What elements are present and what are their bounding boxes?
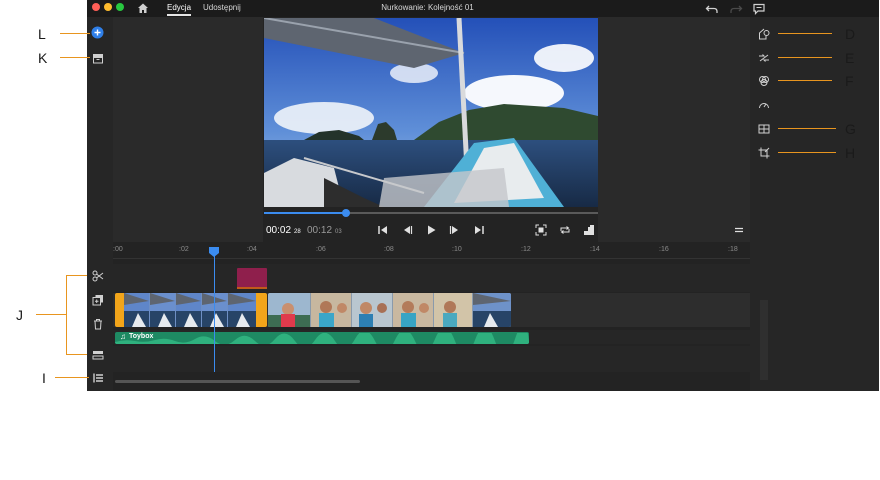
fit-to-screen-icon[interactable] — [534, 224, 548, 240]
callout-label: L — [38, 26, 46, 42]
minimize-window-button[interactable] — [104, 3, 112, 11]
transition-icon[interactable] — [758, 51, 770, 63]
close-window-button[interactable] — [92, 3, 100, 11]
right-empty-panel — [598, 17, 750, 242]
tab-share[interactable]: Udostępnij — [203, 3, 241, 12]
home-icon[interactable] — [136, 1, 150, 13]
timeline-horizontal-scrollbar[interactable] — [115, 380, 360, 383]
shape-icon[interactable] — [758, 27, 770, 40]
timeline-menu-icon[interactable] — [732, 224, 746, 240]
callout-line — [60, 57, 90, 58]
active-tab-indicator — [167, 14, 191, 16]
add-media-icon[interactable] — [91, 26, 104, 39]
feedback-icon[interactable] — [752, 2, 766, 15]
callout-label: K — [38, 50, 48, 66]
timeline-ruler[interactable] — [113, 258, 750, 259]
document-title: Nurkowanie: Kolejność 01 — [381, 3, 474, 12]
ruler-tick: :12 — [521, 246, 531, 253]
audio-clip[interactable] — [115, 332, 529, 344]
tools-column-left — [87, 17, 113, 391]
callout-label: J — [16, 307, 23, 323]
callout-line — [778, 128, 836, 129]
playhead-handle[interactable] — [209, 244, 219, 257]
undo-icon[interactable] — [705, 2, 719, 14]
speed-icon[interactable] — [758, 98, 770, 110]
step-forward-icon[interactable] — [448, 224, 462, 240]
tab-edit[interactable]: Edycja — [167, 3, 191, 12]
detach-audio-icon[interactable] — [92, 347, 104, 360]
duration-timecode: 00:12 — [307, 225, 333, 236]
callout-line — [55, 377, 89, 378]
callout-label: D — [845, 26, 856, 42]
music-note-icon: ♫ — [120, 332, 126, 341]
callout-label: E — [845, 50, 855, 66]
track-list-icon[interactable] — [92, 371, 104, 383]
callout-label: F — [845, 73, 854, 89]
duration-frames: 03 — [335, 229, 342, 235]
callout-line — [778, 57, 832, 58]
callout-bracket — [66, 275, 87, 355]
split-icon[interactable] — [92, 269, 104, 282]
ruler-tick: :10 — [452, 246, 462, 253]
audio-meter — [760, 300, 768, 380]
zoom-window-button[interactable] — [116, 3, 124, 11]
video-clip[interactable] — [268, 293, 511, 327]
audio-track-2[interactable] — [113, 346, 750, 372]
delete-icon[interactable] — [92, 317, 104, 330]
step-back-icon[interactable] — [400, 224, 414, 240]
ruler-tick: :00 — [113, 246, 123, 253]
callout-label: G — [845, 121, 856, 137]
callout-line — [778, 80, 832, 81]
go-to-end-icon[interactable] — [472, 224, 486, 240]
ruler-tick: :06 — [316, 246, 326, 253]
callout-line — [60, 33, 90, 34]
callout-line — [778, 33, 832, 34]
scrubber-handle[interactable] — [342, 209, 350, 217]
ruler-tick: :16 — [659, 246, 669, 253]
video-preview[interactable] — [264, 18, 598, 207]
callout-line — [778, 152, 836, 153]
current-timecode: 00:02 — [266, 225, 292, 236]
ruler-tick: :14 — [590, 246, 600, 253]
title-clip-trim-bar — [237, 287, 267, 289]
ruler-tick: :08 — [384, 246, 394, 253]
clip-thumbnails — [124, 293, 256, 327]
duplicate-icon[interactable] — [92, 293, 104, 306]
title-clip[interactable] — [237, 268, 267, 288]
ruler-tick: :04 — [247, 246, 257, 253]
loop-playback-icon[interactable] — [558, 224, 572, 240]
play-icon[interactable] — [424, 224, 438, 240]
ruler-tick: :18 — [728, 246, 738, 253]
layout-icon[interactable] — [758, 122, 770, 134]
crop-icon[interactable] — [758, 146, 770, 159]
callout-line — [36, 314, 66, 315]
project-assets-icon[interactable] — [92, 51, 104, 64]
callout-label: I — [42, 370, 46, 386]
callout-label: H — [845, 145, 856, 161]
playback-progress — [264, 212, 346, 214]
playhead[interactable] — [214, 252, 215, 372]
playback-quality-icon[interactable] — [582, 224, 596, 240]
redo-icon[interactable] — [729, 2, 743, 14]
ruler-tick: :02 — [179, 246, 189, 253]
color-icon[interactable] — [758, 74, 770, 86]
go-to-start-icon[interactable] — [376, 224, 390, 240]
current-frames: 28 — [294, 229, 301, 235]
audio-clip-name: Toybox — [129, 333, 154, 340]
title-track[interactable] — [113, 264, 750, 292]
left-empty-panel — [113, 17, 263, 242]
